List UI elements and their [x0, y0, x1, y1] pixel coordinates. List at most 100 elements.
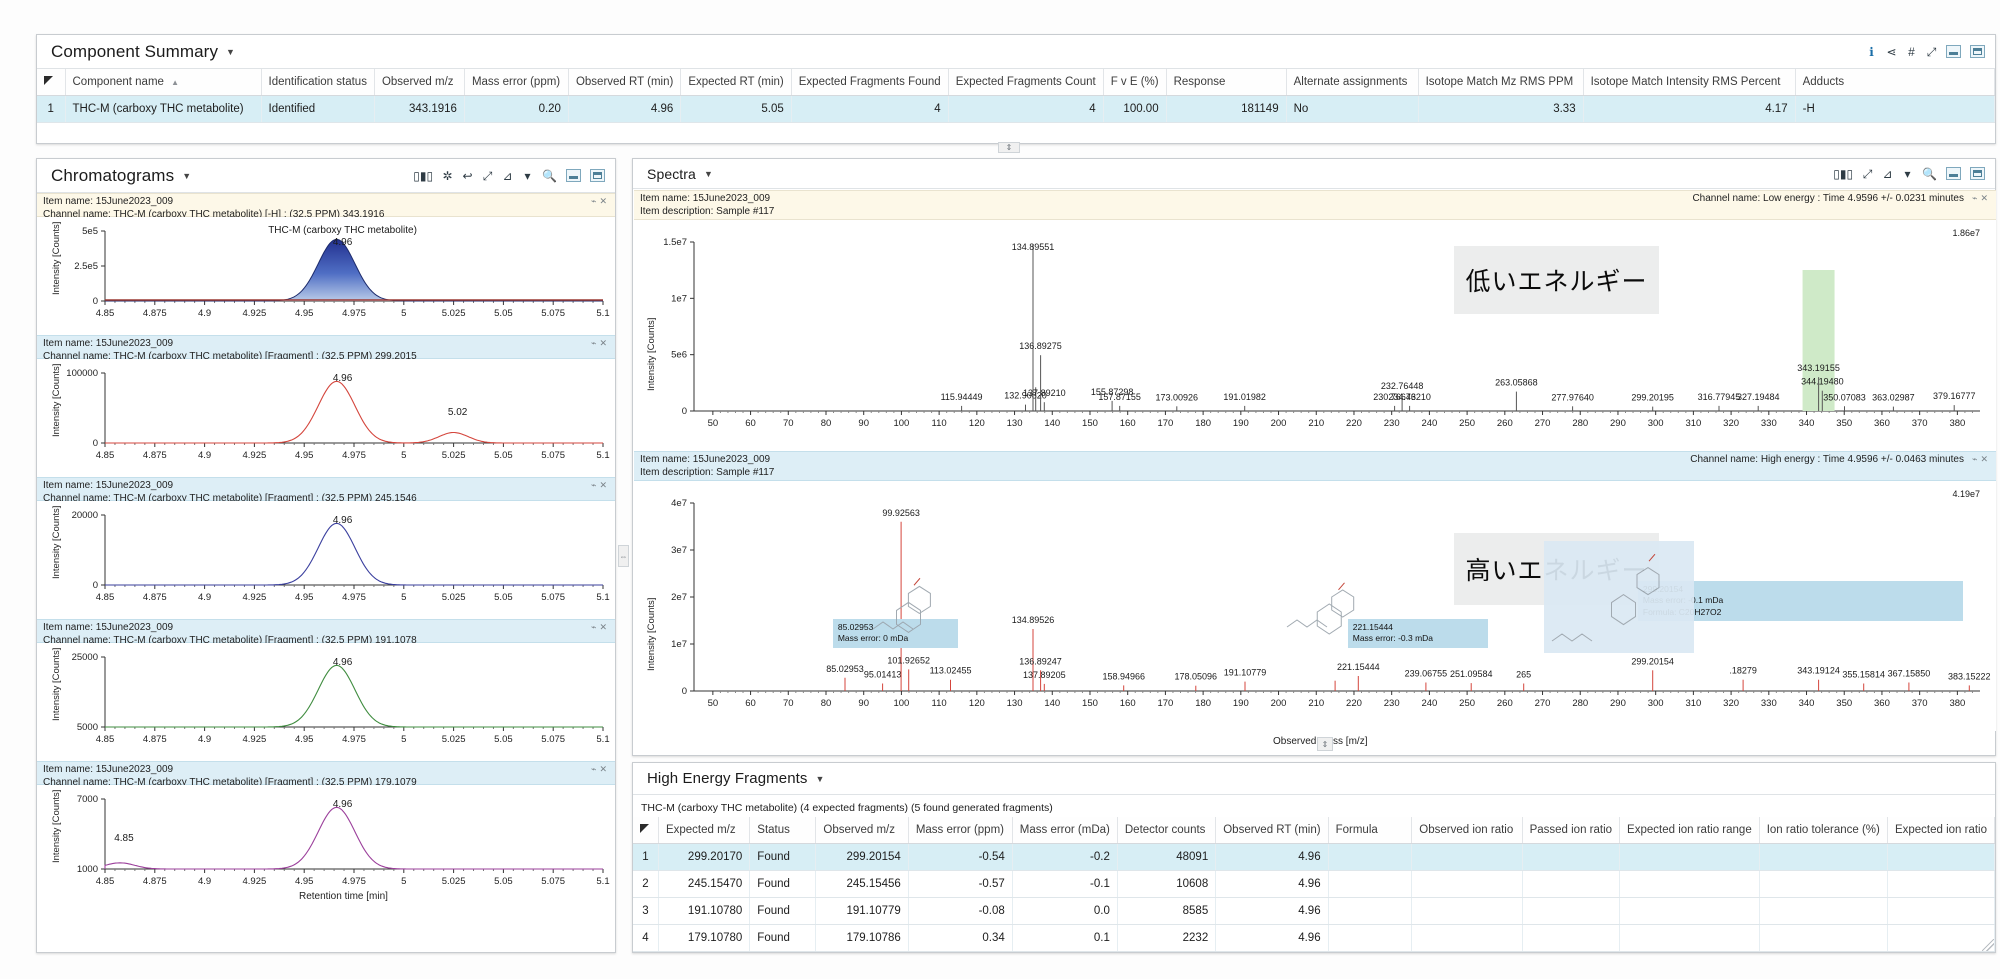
close-icon[interactable]: ⌁✕: [1972, 193, 1991, 204]
col-alternate-assignments[interactable]: Alternate assignments: [1286, 69, 1419, 96]
cell-status: Found: [749, 924, 817, 952]
col-observed-rt[interactable]: Observed RT (min): [1215, 817, 1329, 844]
chromatogram-plot[interactable]: 7000 1000 4.85 4.875 4.9 4.925 4.95 4.975 5 5.025…: [37, 785, 615, 927]
col-mass-error-ppm[interactable]: Mass error (ppm): [464, 69, 569, 96]
search-icon[interactable]: 🔍: [1922, 167, 1937, 181]
low-energy-spectrum-header: Item name: 15June2023_009 Item descripti…: [634, 190, 1996, 220]
col-formula[interactable]: Formula: [1328, 817, 1413, 844]
resize-grip[interactable]: [1982, 939, 1994, 951]
col-expected-fragments-found[interactable]: Expected Fragments Found: [791, 69, 949, 96]
cell-formula: [1328, 870, 1413, 898]
cell-expected-mz: 245.15470: [658, 870, 751, 898]
table-row[interactable]: 1 THC-M (carboxy THC metabolite) Identif…: [37, 95, 1995, 123]
svg-text:200: 200: [1271, 418, 1287, 429]
gear-icon[interactable]: ✲: [442, 169, 453, 183]
expand-arrows-icon[interactable]: ⤢: [1862, 167, 1873, 181]
horizontal-splitter-top[interactable]: ⇕: [998, 142, 1020, 153]
hash-icon[interactable]: #: [1906, 45, 1917, 59]
normalize-icon[interactable]: ⤢: [482, 169, 493, 183]
col-identification-status[interactable]: Identification status: [261, 69, 375, 96]
undo-icon[interactable]: ↩: [462, 169, 473, 183]
cell-mass-error-ppm: -0.57: [908, 870, 1013, 898]
close-icon[interactable]: ⌁✕: [591, 480, 610, 491]
chevron-down-icon[interactable]: ▼: [704, 170, 713, 179]
chart-menu-caret-icon[interactable]: ▾: [1902, 167, 1913, 181]
chromatogram-plot[interactable]: 25000 5000 4.85 4.875 4.9 4.925 4.95 4.975 5 5.02…: [37, 643, 615, 761]
close-icon[interactable]: ⌁✕: [591, 764, 610, 775]
bar-chart-icon[interactable]: ▯▮▯: [413, 169, 433, 183]
close-icon[interactable]: ⌁✕: [591, 196, 610, 207]
expand-arrows-icon[interactable]: ⤢: [1926, 45, 1937, 59]
col-adducts[interactable]: Adducts: [1795, 69, 1995, 96]
cell-observed-mz: 299.20154: [815, 843, 909, 871]
col-expected-ion-ratio[interactable]: Expected ion ratio: [1887, 817, 1995, 844]
low-energy-channel-name: Channel name: Low energy : Time 4.9596 +…: [1692, 193, 1964, 204]
svg-text:5.1: 5.1: [596, 450, 609, 461]
col-expected-ion-ratio-range[interactable]: Expected ion ratio range: [1619, 817, 1760, 844]
col-response[interactable]: Response: [1166, 69, 1287, 96]
svg-text:363.02987: 363.02987: [1872, 393, 1915, 403]
cell-status: Found: [749, 843, 817, 871]
col-expected-fragments-count[interactable]: Expected Fragments Count: [948, 69, 1104, 96]
chromatogram-plot[interactable]: 5e5 2.5e5 0 4.85 4.875 4.9 4.925 4.95 4.975 5 5.02…: [37, 217, 615, 335]
minimize-button[interactable]: [1946, 167, 1961, 180]
low-energy-spectrum-plot[interactable]: 1.5e7 1e7 5e6 0 50 60 70 80 90 100 110 120 130 140 150…: [634, 220, 1996, 451]
col-observed-rt[interactable]: Observed RT (min): [568, 69, 682, 96]
table-row[interactable]: 4 179.10780 Found 179.10786 0.34 0.1 2232 4.96: [633, 924, 1995, 952]
svg-text:4e7: 4e7: [671, 498, 687, 509]
col-f-v-e[interactable]: F v E (%): [1103, 69, 1167, 96]
close-icon[interactable]: ⌁✕: [591, 622, 610, 633]
svg-text:80: 80: [821, 698, 832, 709]
col-observed-mz[interactable]: Observed m/z: [815, 817, 909, 844]
col-isotope-match-intensity-rms[interactable]: Isotope Match Intensity RMS Percent: [1583, 69, 1796, 96]
sort-corner-cell[interactable]: [633, 817, 659, 844]
col-expected-rt[interactable]: Expected RT (min): [680, 69, 792, 96]
vertical-splitter[interactable]: ⇔: [618, 545, 629, 567]
chromatogram-plot[interactable]: 20000 0 4.85 4.875 4.9 4.925 4.95 4.975 5 5.025 5.…: [37, 501, 615, 619]
chevron-down-icon[interactable]: ▼: [226, 48, 235, 57]
chevron-down-icon[interactable]: ▼: [182, 172, 191, 181]
minimize-button[interactable]: [1946, 45, 1961, 58]
col-component-name[interactable]: Component name ▲: [65, 69, 262, 96]
info-icon[interactable]: ℹ: [1866, 45, 1877, 59]
svg-text:240: 240: [1421, 418, 1437, 429]
col-status[interactable]: Status: [749, 817, 817, 844]
col-detector-counts[interactable]: Detector counts: [1117, 817, 1217, 844]
chart-menu-caret-icon[interactable]: ▾: [522, 169, 533, 183]
spectra-axis-splitter[interactable]: ⇕: [1317, 737, 1333, 751]
col-expected-mz[interactable]: Expected m/z: [658, 817, 751, 844]
col-passed-ion-ratio[interactable]: Passed ion ratio: [1522, 817, 1621, 844]
spectrum-y-axis-label: Intensity [Counts]: [646, 317, 657, 391]
col-observed-ion-ratio[interactable]: Observed ion ratio: [1411, 817, 1523, 844]
close-icon[interactable]: ⌁✕: [591, 338, 610, 349]
sort-corner-cell[interactable]: [37, 69, 66, 96]
search-icon[interactable]: 🔍: [542, 169, 557, 183]
col-isotope-match-mz-rms-ppm[interactable]: Isotope Match Mz RMS PPM: [1418, 69, 1584, 96]
bar-chart-icon[interactable]: ▯▮▯: [1833, 167, 1853, 181]
col-ion-ratio-tolerance[interactable]: Ion ratio tolerance (%): [1759, 817, 1888, 844]
restore-button[interactable]: [1970, 167, 1985, 180]
chevron-down-icon[interactable]: ▼: [816, 775, 825, 784]
share-icon[interactable]: ⋖: [1886, 45, 1897, 59]
chart-menu-icon[interactable]: ⊿: [502, 169, 513, 183]
table-row[interactable]: 1 299.20170 Found 299.20154 -0.54 -0.2 48091 4.…: [633, 843, 1995, 871]
close-icon[interactable]: ⌁✕: [1972, 454, 1991, 465]
svg-text:320: 320: [1723, 418, 1739, 429]
restore-button[interactable]: [590, 169, 605, 182]
svg-text:113.02455: 113.02455: [930, 666, 972, 676]
chromatogram-plot[interactable]: 100000 0 4.85 4.875 4.9 4.925 4.95 4.975 5 5.025 5…: [37, 359, 615, 477]
svg-text:4.975: 4.975: [342, 308, 366, 319]
col-mass-error-ppm[interactable]: Mass error (ppm): [908, 817, 1013, 844]
table-row[interactable]: 3 191.10780 Found 191.10779 -0.08 0.0 8585 4.96: [633, 897, 1995, 925]
svg-text:355.15814: 355.15814: [1842, 669, 1885, 679]
high-energy-spectrum-plot[interactable]: 4e7 3e7 2e7 1e7 0 50 60 70 80 90 100 110 120 130 140 15…: [634, 481, 1996, 731]
col-observed-mz[interactable]: Observed m/z: [374, 69, 465, 96]
svg-text:350.07083: 350.07083: [1823, 392, 1866, 402]
minimize-button[interactable]: [566, 169, 581, 182]
cell-passed-ion-ratio: [1522, 897, 1621, 925]
table-row[interactable]: 2 245.15470 Found 245.15456 -0.57 -0.1 10608 4.…: [633, 870, 1995, 898]
chart-menu-icon[interactable]: ⊿: [1882, 167, 1893, 181]
col-mass-error-mda[interactable]: Mass error (mDa): [1012, 817, 1118, 844]
svg-text:340: 340: [1799, 418, 1815, 429]
restore-button[interactable]: [1970, 45, 1985, 58]
